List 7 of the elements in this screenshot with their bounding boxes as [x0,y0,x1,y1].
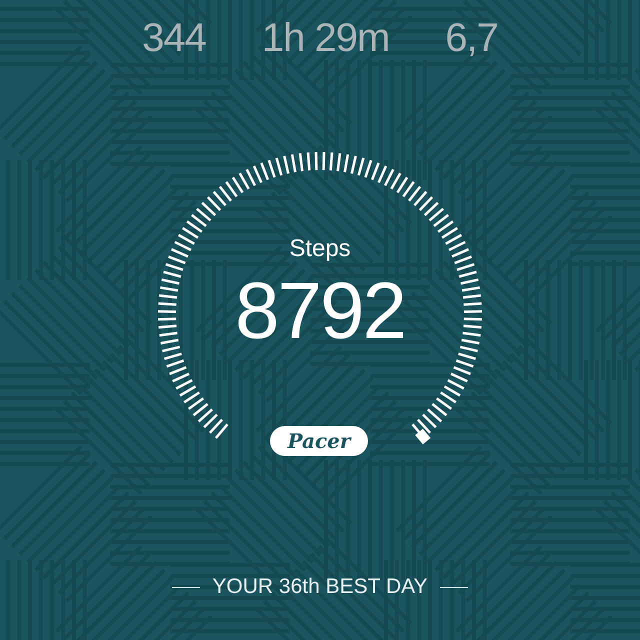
gauge-label: Steps [289,235,351,263]
step-count: 8792 [235,265,405,357]
stat-value: 6,7 [445,16,498,61]
stat-value: 1h 29m [262,16,390,61]
logo-badge: Pacer [270,426,368,456]
best-day-caption: YOUR 36th BEST DAY [212,575,428,599]
stat-value: 344 [142,16,206,61]
